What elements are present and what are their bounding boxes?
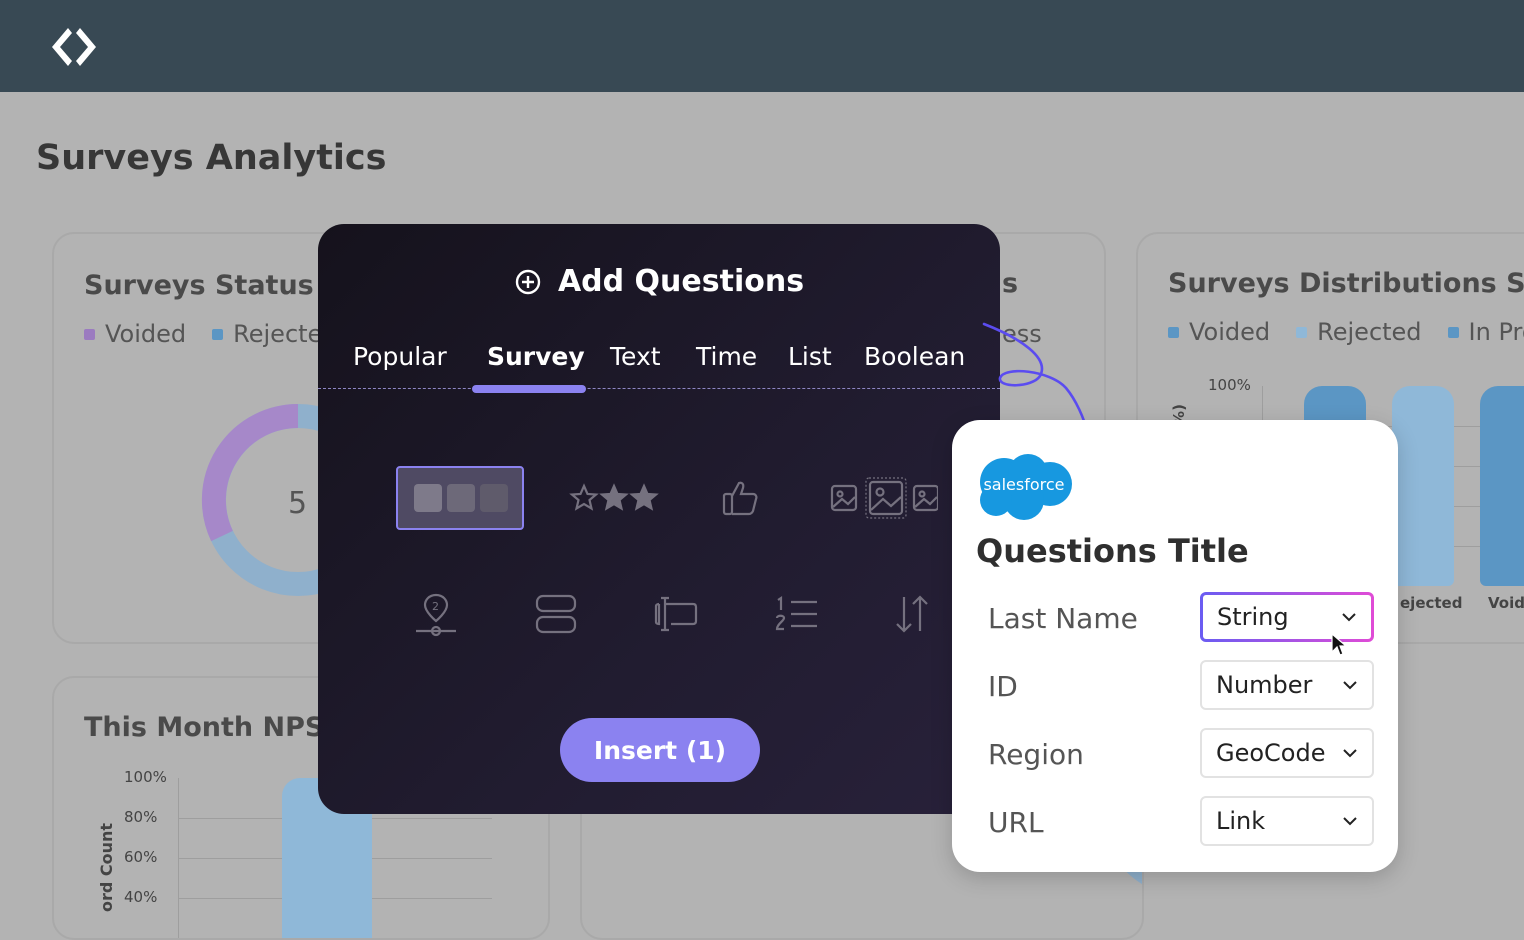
question-type-thumbs-up[interactable]	[676, 466, 804, 530]
text-input-icon	[654, 596, 698, 632]
url-type-select[interactable]: Link	[1200, 796, 1374, 846]
legend-label: Rejecte	[233, 320, 323, 348]
tab-divider	[318, 388, 1000, 389]
insert-button[interactable]: Insert (1)	[560, 718, 760, 782]
chevron-down-icon	[1343, 681, 1357, 690]
svg-text:2: 2	[432, 600, 439, 613]
question-type-stacked-rows[interactable]	[492, 582, 620, 646]
bar	[1392, 386, 1454, 586]
x-tick-label: ejected	[1400, 594, 1463, 612]
multiple-choice-icon	[414, 484, 508, 512]
angle-brackets-logo-icon[interactable]	[46, 24, 102, 70]
y-tick-label: 60%	[124, 848, 158, 866]
active-tab-indicator	[472, 385, 586, 393]
question-type-star-rating[interactable]	[550, 466, 678, 530]
id-type-select[interactable]: Number	[1200, 660, 1374, 710]
select-value: Number	[1216, 671, 1313, 699]
tab-boolean[interactable]: Boolean	[864, 342, 965, 371]
plus-circle-icon	[515, 269, 541, 294]
question-type-image-choice[interactable]	[816, 466, 944, 530]
chevron-down-icon	[1343, 749, 1357, 758]
dialog-header: Add Questions	[318, 264, 1000, 299]
legend-label: Voided	[105, 320, 187, 348]
y-tick-label: 100%	[1208, 376, 1251, 394]
card-title-fragment: s	[1002, 268, 1019, 299]
salesforce-logo: salesforce	[980, 454, 1072, 520]
select-value: GeoCode	[1216, 739, 1326, 767]
y-tick-label: 40%	[124, 888, 158, 906]
x-tick-label: Voide	[1488, 594, 1524, 612]
chevron-down-icon	[1343, 817, 1357, 826]
y-tick-label: 80%	[124, 808, 158, 826]
tab-survey[interactable]: Survey	[487, 342, 585, 371]
question-type-numbered-list[interactable]	[732, 582, 860, 646]
axis-line	[178, 778, 179, 938]
legend-item: Rejecte	[212, 320, 322, 348]
salesforce-mapping-panel: salesforce Questions Title Last Name Str…	[952, 420, 1398, 872]
select-value: String	[1217, 603, 1289, 631]
field-label-id: ID	[988, 670, 1018, 703]
tab-time[interactable]: Time	[696, 342, 757, 371]
add-questions-dialog: Add Questions Popular Survey Text Time L…	[318, 224, 1000, 814]
legend: Voided Rejecte	[84, 320, 322, 348]
field-label-last-name: Last Name	[988, 602, 1138, 635]
field-label-region: Region	[988, 738, 1084, 771]
question-type-location[interactable]: 2	[372, 582, 500, 646]
y-axis-label: ord Count	[97, 822, 117, 913]
tab-list[interactable]: List	[788, 342, 832, 371]
sort-arrows-icon	[896, 595, 928, 633]
card-title: Surveys Status	[84, 270, 314, 301]
top-bar	[0, 0, 1524, 92]
legend-item: Voided	[84, 320, 186, 348]
dialog-title: Add Questions	[557, 264, 805, 299]
tab-popular[interactable]: Popular	[353, 342, 447, 371]
chevron-down-icon	[1342, 613, 1356, 622]
page-title: Surveys Analytics	[36, 138, 387, 178]
mouse-cursor-icon	[1331, 632, 1348, 656]
question-type-text-input[interactable]	[612, 582, 740, 646]
salesforce-brand-text: salesforce	[983, 475, 1064, 494]
star-rating-icon	[569, 483, 659, 511]
select-value: Link	[1216, 807, 1266, 835]
location-pin-icon: 2	[416, 593, 456, 637]
field-label-url: URL	[988, 806, 1044, 839]
stacked-rows-icon	[535, 594, 577, 634]
thumbs-up-icon	[722, 481, 758, 516]
questions-title: Questions Title	[976, 532, 1249, 570]
legend-swatch	[84, 328, 95, 340]
bar	[1480, 386, 1524, 586]
legend-swatch	[212, 328, 224, 340]
region-type-select[interactable]: GeoCode	[1200, 728, 1374, 778]
y-tick-label: 100%	[124, 768, 167, 786]
tab-text[interactable]: Text	[610, 342, 661, 371]
question-type-multiple-choice[interactable]	[396, 466, 524, 530]
donut-center-value: 5	[288, 486, 308, 521]
image-choice-icon	[830, 477, 938, 519]
numbered-list-icon	[775, 595, 817, 631]
